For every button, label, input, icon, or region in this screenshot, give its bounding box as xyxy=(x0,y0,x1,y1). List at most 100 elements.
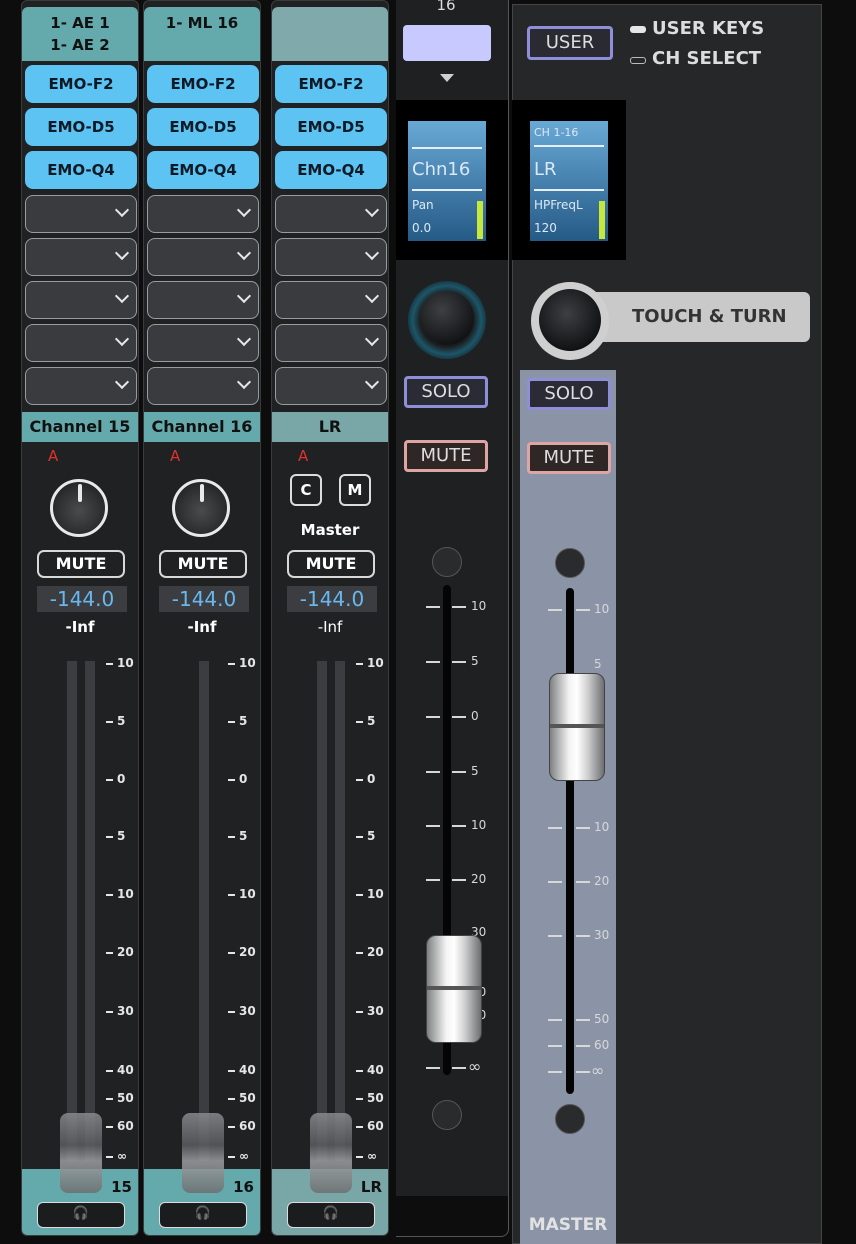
scale-mark-right xyxy=(576,1045,590,1047)
scale-tick: 50 xyxy=(228,1091,256,1105)
scale-mark-right xyxy=(452,1067,466,1069)
scale-label: 10 xyxy=(594,602,610,616)
lcd-param-value: 0.0 xyxy=(412,221,432,235)
lcd-channel-name: Chn16 xyxy=(412,159,471,180)
scale-mark-left xyxy=(548,1071,562,1073)
channel-lcd: Chn16 Pan 0.0 xyxy=(408,121,486,241)
scale-label: 10 xyxy=(471,599,487,613)
scale-tick: 10 xyxy=(356,656,384,670)
scale-tick: 40 xyxy=(106,1063,134,1077)
fader-cap[interactable] xyxy=(60,1113,102,1193)
master-solo-button[interactable]: SOLO xyxy=(527,378,611,410)
channel-encoder[interactable] xyxy=(408,281,486,359)
scale-tick: 30 xyxy=(228,1004,256,1018)
scale-tick: 10 xyxy=(228,656,256,670)
encoder-knob xyxy=(539,289,601,351)
lcd-range: CH 1-16 xyxy=(534,126,579,139)
scale-tick: 20 xyxy=(356,945,384,959)
headphones-icon: 🎧 xyxy=(322,1206,340,1221)
master-strip-lr: EMO-F2 EMO-D5 EMO-Q4 LR A C M Master MUT… xyxy=(271,0,389,1236)
scale-tick: 5 xyxy=(106,829,125,843)
user-keys-label: USER KEYS xyxy=(652,18,765,39)
channel-color-bar[interactable] xyxy=(403,25,491,61)
lcd-param-name: Pan xyxy=(412,198,434,212)
touch-turn-button[interactable]: TOUCH & TURN xyxy=(580,292,810,342)
channel-fader-cap[interactable] xyxy=(426,935,482,1043)
scale-mark-left xyxy=(548,827,562,829)
pan-knob[interactable] xyxy=(172,479,230,537)
fader-cap[interactable] xyxy=(182,1113,224,1193)
touch-turn-knob[interactable] xyxy=(531,282,609,360)
automation-indicator[interactable]: A xyxy=(298,447,308,465)
lcd-param-name: HPFreqL xyxy=(534,198,583,212)
master-fader-slot xyxy=(566,588,574,1094)
channel-number: 15 xyxy=(111,1178,132,1196)
triangle-down-icon[interactable] xyxy=(440,74,454,82)
scale-tick: ∞ xyxy=(106,1149,127,1163)
fader-cap[interactable] xyxy=(310,1113,352,1193)
scale-label: 10 xyxy=(471,818,487,832)
user-button[interactable]: USER xyxy=(527,26,613,60)
scale-label: 60 xyxy=(594,1038,610,1052)
scale-label: 5 xyxy=(471,764,479,778)
scale-label: 0 xyxy=(471,709,479,723)
solo-button[interactable]: SOLO xyxy=(404,376,488,408)
scale-mark-right xyxy=(452,879,466,881)
fader-scale: 10 5 0 5 10 20 30 40 50 60 ∞ xyxy=(106,1,138,1235)
fader-top-button[interactable] xyxy=(432,547,462,577)
channel-strip-15: 1- AE 1 1- AE 2 EMO-F2 EMO-D5 EMO-Q4 Cha… xyxy=(21,0,139,1236)
master-mute-button[interactable]: MUTE xyxy=(527,442,611,474)
fader-bottom-button[interactable] xyxy=(432,1100,462,1130)
meter-bar-left xyxy=(317,661,327,1161)
master-fader-top-button[interactable] xyxy=(555,548,585,578)
mute-button[interactable]: MUTE xyxy=(404,440,488,472)
scale-mark-left xyxy=(426,879,440,881)
pfl-button[interactable]: 🎧 xyxy=(287,1202,375,1228)
automation-indicator[interactable]: A xyxy=(48,447,58,465)
pfl-button[interactable]: 🎧 xyxy=(159,1202,247,1228)
scale-label: 20 xyxy=(471,872,487,886)
scale-mark-right xyxy=(452,771,466,773)
scale-mark-left xyxy=(426,771,440,773)
lcd-meter xyxy=(477,201,483,239)
scale-mark-right xyxy=(452,606,466,608)
scale-label: 30 xyxy=(594,928,610,942)
user-keys-led xyxy=(630,26,646,33)
knob-pointer xyxy=(200,484,204,502)
knob-pointer xyxy=(78,484,82,502)
scale-mark-right xyxy=(576,1019,590,1021)
scale-tick: 60 xyxy=(228,1119,256,1133)
meter-bar-left xyxy=(67,661,77,1161)
channel-number: LR xyxy=(360,1178,382,1196)
scale-tick: 5 xyxy=(356,829,375,843)
fader-scale: 10 5 0 5 10 20 30 40 50 60 ∞ xyxy=(356,1,388,1235)
scale-label: ∞ xyxy=(468,1057,482,1076)
scale-tick: 50 xyxy=(356,1091,384,1105)
scale-tick: 0 xyxy=(106,772,125,786)
scale-mark-right xyxy=(576,1071,590,1073)
scale-mark-left xyxy=(426,716,440,718)
scale-mark-left xyxy=(548,1045,562,1047)
pfl-button[interactable]: 🎧 xyxy=(37,1202,125,1228)
surface-channel-number: 16 xyxy=(436,0,456,14)
scale-mark-left xyxy=(548,609,562,611)
scale-tick: 50 xyxy=(106,1091,134,1105)
scale-tick: 20 xyxy=(106,945,134,959)
scale-tick: 0 xyxy=(228,772,247,786)
scale-label: 50 xyxy=(594,1012,610,1026)
center-button[interactable]: C xyxy=(290,474,322,506)
scale-mark-right xyxy=(576,827,590,829)
automation-indicator[interactable]: A xyxy=(170,447,180,465)
scale-tick: 5 xyxy=(228,714,247,728)
scale-tick: 5 xyxy=(228,829,247,843)
lcd-param-value: 120 xyxy=(534,221,557,235)
channel-strip-16: 1- ML 16 EMO-F2 EMO-D5 EMO-Q4 Channel 16… xyxy=(143,0,261,1236)
scale-mark-right xyxy=(576,935,590,937)
master-fader-cap[interactable] xyxy=(549,673,605,781)
scale-mark-left xyxy=(548,1019,562,1021)
scale-tick: 0 xyxy=(356,772,375,786)
master-fader-bottom-button[interactable] xyxy=(555,1104,585,1134)
pan-knob[interactable] xyxy=(50,479,108,537)
lcd-bus-name: LR xyxy=(534,159,557,180)
lcd-meter xyxy=(599,201,605,239)
